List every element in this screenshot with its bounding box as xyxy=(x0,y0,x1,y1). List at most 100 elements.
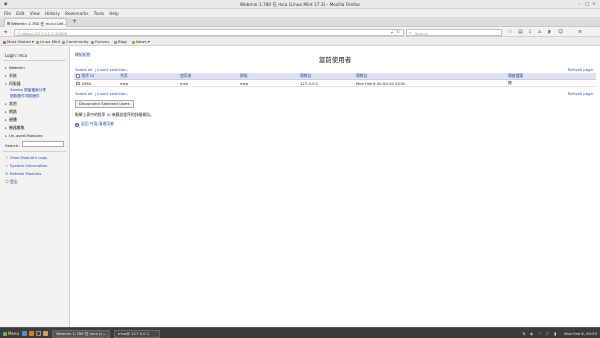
cell-connected-at: Mon Feb 8 00:50:19 2016 xyxy=(354,79,506,87)
menu-tools[interactable]: Tools xyxy=(94,11,104,16)
reading-list-icon[interactable]: ▤ xyxy=(518,29,523,35)
new-tab-button[interactable]: + xyxy=(72,18,77,26)
rss-icon xyxy=(132,40,135,44)
sidebar-divider xyxy=(3,151,66,152)
bookmark-forums[interactable]: Forums xyxy=(91,39,109,44)
battery-icon[interactable]: ▮ xyxy=(554,331,556,336)
maximize-icon[interactable]: □ xyxy=(585,2,589,7)
mint-icon xyxy=(114,40,117,44)
menu-file[interactable]: File xyxy=(4,11,11,16)
cell-connected-from: 127.0.0.1 xyxy=(298,79,354,87)
cell-pid[interactable]: 2964 xyxy=(74,79,118,87)
url-dropdown-icon[interactable]: ▾ xyxy=(391,30,393,35)
window-title: Webmin 1.780 在 mca (Linux Mint 17.3) - M… xyxy=(240,3,360,8)
files-launcher-icon[interactable] xyxy=(43,330,48,336)
refresh-icon: ↻ xyxy=(5,171,9,176)
sidebar-category-cluster[interactable]: ▸ 機器叢集 xyxy=(5,125,25,131)
mint-icon xyxy=(36,40,39,44)
url-bar[interactable]: ⓘ https://127.0.0.1:10000 ▾ ↻ xyxy=(14,28,404,37)
sidebar-divider xyxy=(3,60,66,61)
url-text[interactable]: https://127.0.0.1:10000 xyxy=(22,31,67,36)
window-titlebar: ◆ Webmin 1.780 在 mca (Linux Mint 17.3) -… xyxy=(0,0,600,9)
row-checkbox[interactable] xyxy=(76,81,80,86)
nav-bar: ◂ ⓘ https://127.0.0.1:10000 ▾ ↻ ⌕ Search… xyxy=(0,27,600,37)
tab-close-icon[interactable]: × xyxy=(61,21,64,26)
view-module-logs-link[interactable]: ! View Module's Logs xyxy=(5,155,47,160)
search-placeholder[interactable]: Search xyxy=(415,31,428,36)
help-note: 點擊上表中的程序 ID 來觀該程序的詳細資訊。 xyxy=(75,112,154,117)
start-menu-button[interactable]: Menu xyxy=(3,331,19,336)
taskbar: Menu Webmin 1.780 在 mca (L... mca@ 127.0… xyxy=(0,327,600,338)
volume-icon[interactable]: ♪ xyxy=(546,331,549,336)
back-arrow-icon[interactable]: ◂ xyxy=(4,29,7,35)
selection-row-bottom: Select all. | Invert selection. Refresh … xyxy=(75,91,595,97)
sidebar-category-others[interactable]: ▸ 其他 xyxy=(5,101,17,107)
bookmarks-bar: Most Visited ▾ Linux Mint Community Foru… xyxy=(0,37,600,46)
warning-icon: ! xyxy=(6,155,8,160)
table-row: 2964 mca mca mca 127.0.0.1 Mon Feb 8 00:… xyxy=(74,79,596,87)
sidebar-search-input[interactable] xyxy=(22,141,64,147)
site-info-icon[interactable]: ⓘ xyxy=(17,31,21,37)
bookmark-most-visited[interactable]: Most Visited ▾ xyxy=(3,39,34,44)
taskbar-window-firefox[interactable]: Webmin 1.780 在 mca (L... xyxy=(52,329,110,338)
sidebar-category-networking[interactable]: ▸ 網路 xyxy=(5,109,17,115)
refresh-page-link[interactable]: Refresh page. xyxy=(568,91,594,96)
select-invert-links[interactable]: Select all. | Invert selection. xyxy=(75,91,128,96)
sidebar-item-samba[interactable]: Samba 視窗檔案分享 xyxy=(10,88,46,93)
shield-icon[interactable]: ◈ xyxy=(530,331,533,336)
sidebar-category-system[interactable]: ▸ 系統 xyxy=(5,73,17,79)
select-invert-links[interactable]: Select all. | Invert selection. xyxy=(75,67,128,72)
bookmark-star-icon[interactable]: ☆ xyxy=(508,29,512,35)
network-icon[interactable]: ⇅ xyxy=(522,331,525,336)
system-information-link[interactable]: i System Information xyxy=(5,163,47,168)
taskbar-window-terminal[interactable]: mca@ 127.0.0.1 xyxy=(114,329,160,338)
refresh-modules-link[interactable]: ↻Refresh Modules xyxy=(5,171,41,176)
select-all-checkbox[interactable] xyxy=(76,74,80,78)
bookmark-linux-mint[interactable]: Linux Mint xyxy=(36,39,60,44)
menu-view[interactable]: View xyxy=(30,11,40,16)
wifi-icon[interactable]: ◠ xyxy=(538,331,542,336)
chat-icon[interactable]: ☺ xyxy=(558,29,563,35)
back-arrow-icon: ◂ xyxy=(75,122,79,127)
bookmark-news[interactable]: News ▾ xyxy=(132,39,150,44)
pocket-icon[interactable]: ◗ xyxy=(548,29,551,35)
reload-icon[interactable]: ↻ xyxy=(396,30,400,35)
folder-icon xyxy=(3,40,6,44)
logout-link[interactable]: ⏻ 登出 xyxy=(5,179,17,185)
return-link[interactable]: ◂ 返回 共用/清理用者 xyxy=(75,121,114,127)
terminal-launcher-icon[interactable] xyxy=(36,330,41,336)
refresh-page-link[interactable]: Refresh page. xyxy=(568,67,594,72)
close-window-icon[interactable]: × xyxy=(592,2,596,7)
info-icon: i xyxy=(6,163,8,168)
menu-help[interactable]: Help xyxy=(109,11,119,16)
menu-history[interactable]: History xyxy=(45,11,60,16)
home-icon[interactable]: ⌂ xyxy=(538,29,541,35)
sidebar-category-unused[interactable]: ▸ Un-used Modules xyxy=(5,133,43,138)
pid-link[interactable]: ID xyxy=(107,112,111,117)
sidebar-item-mail[interactable]: 讀取郵件伺服器件 xyxy=(10,94,40,99)
sidebar-category-webmin[interactable]: ▸ Webmin xyxy=(5,65,25,70)
search-bar[interactable]: ⌕ Search xyxy=(406,28,502,36)
sidebar-category-servers[interactable]: ▾ 伺服器 xyxy=(5,81,21,87)
mint-icon xyxy=(91,40,94,44)
sidebar-category-hardware[interactable]: ▸ 硬體 xyxy=(5,117,17,123)
downloads-icon[interactable]: ⇩ xyxy=(528,29,532,35)
show-desktop-icon[interactable] xyxy=(22,330,27,336)
firefox-launcher-icon[interactable] xyxy=(29,330,34,336)
minimize-icon[interactable]: – xyxy=(578,2,580,7)
disconnect-users-button[interactable]: Disconnect Selected Users xyxy=(75,100,134,108)
menu-bar: File Edit View History Bookmarks Tools H… xyxy=(0,9,600,17)
hamburger-menu-icon[interactable]: ≡ xyxy=(578,29,582,35)
sessions-table: 程序 ID 共用 使用者 群組 連線自 連線自 開啟檔案 2964 mca mc… xyxy=(74,73,596,87)
menu-edit[interactable]: Edit xyxy=(16,11,24,16)
login-label: Login: mca xyxy=(5,53,27,58)
mint-logo-icon xyxy=(3,331,7,336)
sidebar-search-label: Search: xyxy=(5,143,20,148)
webmin-sidebar: Login: mca ▸ Webmin ▸ 系統 ▾ 伺服器 Samba 視窗檔案分享… xyxy=(0,47,70,327)
webmin-favicon-icon xyxy=(7,22,10,25)
bookmark-blog[interactable]: Blog xyxy=(114,39,127,44)
bookmark-community[interactable]: Community xyxy=(62,39,89,44)
clock[interactable]: Mon Feb 8, 00:53 xyxy=(564,331,597,336)
menu-bookmarks[interactable]: Bookmarks xyxy=(65,11,88,16)
browser-tab[interactable]: Webmin 1.780 在 mca (Lin... × xyxy=(4,18,67,27)
